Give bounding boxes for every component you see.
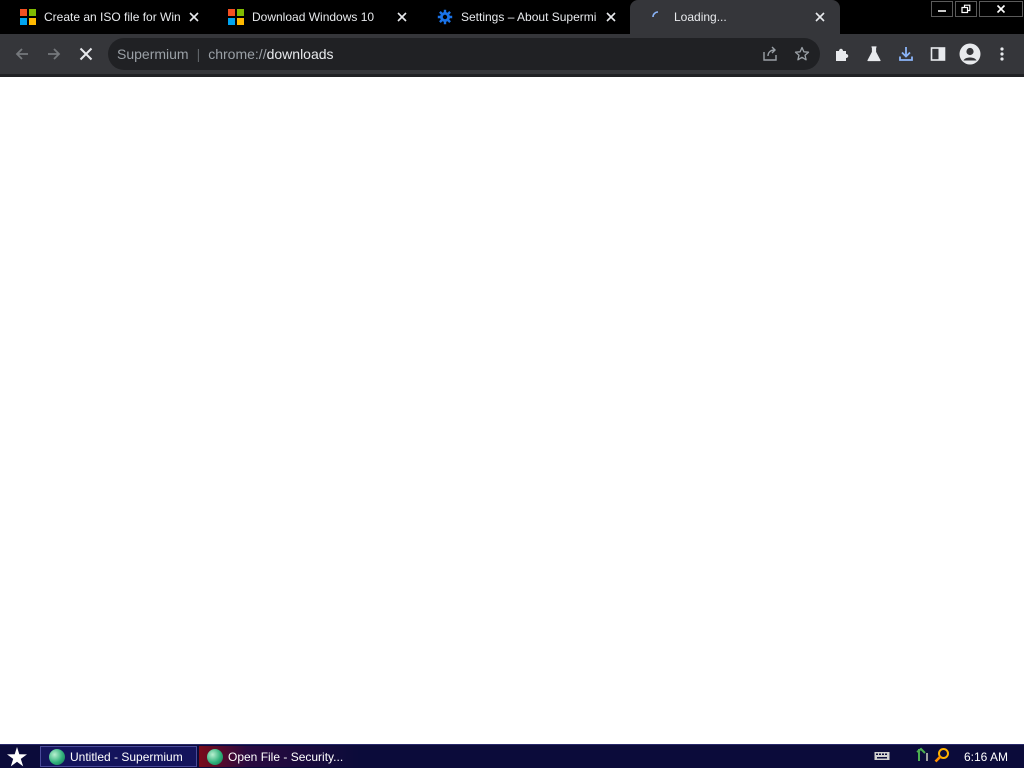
minimize-icon[interactable] [931,1,953,17]
url-scheme: chrome:// [208,46,267,62]
download-icon[interactable] [892,40,920,68]
network-icon[interactable] [916,747,930,766]
tab-title: Settings – About Supermium [461,10,597,24]
restore-icon[interactable] [955,1,977,17]
profile-avatar-icon[interactable] [956,40,984,68]
close-icon[interactable] [394,9,410,25]
labs-flask-icon[interactable] [860,40,888,68]
taskbar-button-label: Open File - Security... [228,749,344,764]
taskbar: Untitled - Supermium Open File - Securit… [0,744,1024,768]
search-icon[interactable] [934,747,950,766]
tab-download-windows[interactable]: Download Windows 10 [208,0,422,34]
address-bar[interactable]: Supermium | chrome://downloads [108,38,820,70]
omnibox-separator: | [196,46,201,62]
url-host: downloads [266,46,334,62]
bookmark-star-icon[interactable] [794,46,810,65]
stop-loading-icon[interactable] [72,40,100,68]
close-window-icon[interactable] [979,1,1023,17]
tab-loading[interactable]: Loading... [630,0,840,34]
more-menu-icon[interactable] [988,40,1016,68]
tab-strip: Create an ISO file for Windo Download Wi… [0,0,1024,34]
side-panel-icon[interactable] [924,40,952,68]
close-icon[interactable] [812,9,828,25]
microsoft-logo-icon [228,9,244,25]
share-icon[interactable] [762,46,778,65]
supermium-globe-icon [207,748,223,765]
taskbar-button-open-file[interactable]: Open File - Security... [199,746,359,767]
close-icon[interactable] [603,9,619,25]
tab-settings-about[interactable]: Settings – About Supermium [417,0,631,34]
url-text: chrome://downloads [208,46,333,62]
site-label: Supermium [117,46,189,62]
back-arrow-icon[interactable] [8,40,36,68]
extensions-puzzle-icon[interactable] [828,40,856,68]
browser-toolbar: Supermium | chrome://downloads [0,34,1024,74]
window-controls [930,0,1024,20]
taskbar-clock[interactable]: 6:16 AM [964,750,1008,764]
microsoft-logo-icon [20,9,36,25]
gear-icon [437,9,453,25]
loading-spinner-icon [650,9,666,25]
tab-create-iso[interactable]: Create an ISO file for Windo [0,0,214,34]
forward-arrow-icon[interactable] [40,40,68,68]
system-tray: 6:16 AM [874,745,1024,768]
start-star-icon[interactable] [4,746,30,768]
tab-title: Create an ISO file for Windo [44,10,180,24]
tab-title: Download Windows 10 [252,10,375,24]
taskbar-button-supermium[interactable]: Untitled - Supermium [40,746,197,767]
supermium-globe-icon [49,748,65,765]
taskbar-button-label: Untitled - Supermium [70,749,183,764]
close-icon[interactable] [186,9,202,25]
keyboard-icon[interactable] [874,750,890,764]
page-content-area[interactable] [0,77,1024,744]
tab-title: Loading... [674,10,727,24]
